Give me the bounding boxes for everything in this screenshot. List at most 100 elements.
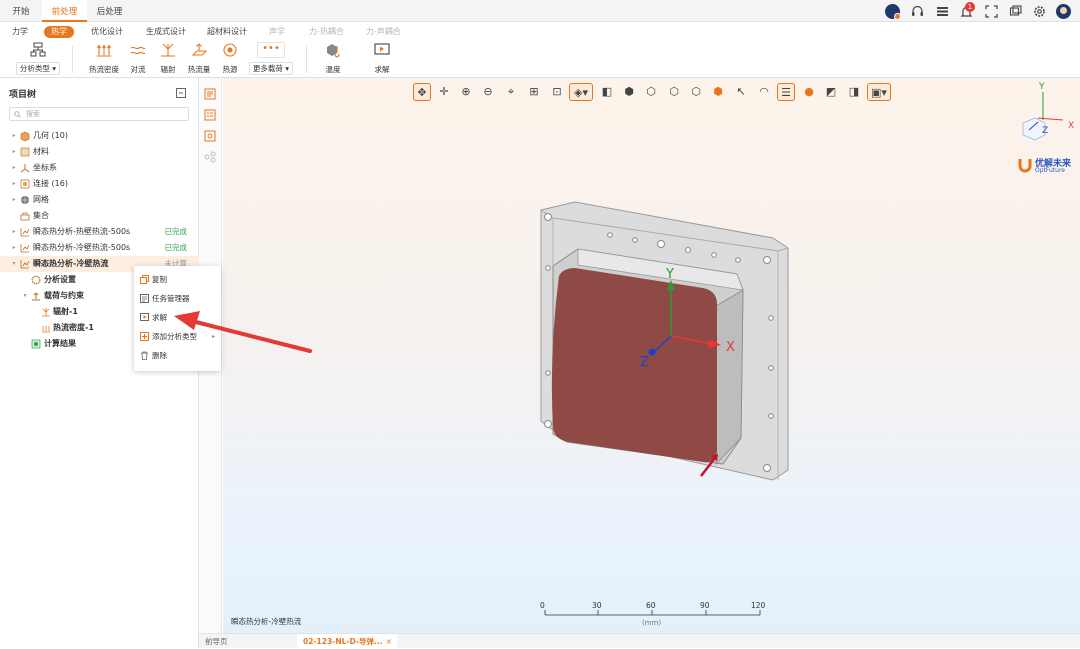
scale-tick-0: 0 (540, 601, 545, 610)
more-loads-button[interactable]: ••• 更多载荷 ▾ (249, 42, 293, 75)
transparency-icon[interactable]: ◨ (845, 83, 863, 101)
temperature-icon (327, 44, 340, 58)
material-icon (20, 147, 30, 157)
subtab-thermal[interactable]: 热学 (44, 26, 74, 38)
rotate-icon[interactable]: ✥ (413, 83, 431, 101)
fit-view-icon[interactable]: ⌖ (502, 83, 520, 101)
list-icon[interactable] (936, 5, 949, 18)
model-render: Y X Z X Y Z (540, 82, 1074, 616)
window-icon[interactable] (1009, 5, 1022, 18)
tab-home[interactable]: 前导页 (199, 634, 234, 649)
brand-u-icon (1018, 159, 1032, 173)
solve-icon (140, 313, 149, 321)
region-select-icon[interactable]: ⊡ (548, 83, 566, 101)
coordinate-system-icon (20, 164, 30, 173)
view-cube-dropdown[interactable]: ◈▾ (569, 83, 593, 101)
box-select-icon[interactable]: ⊞ (525, 83, 543, 101)
viewport-status-label: 瞬态热分析-冷壁热流 (231, 617, 302, 626)
radiation-button[interactable]: 辐射 (156, 42, 180, 75)
front-view-icon[interactable]: ◧ (598, 83, 616, 101)
3d-viewport[interactable]: Y X Z X Y Z 优解未来 OptFuture 0 30 60 90 12… (223, 78, 1080, 633)
tree-item-mesh[interactable]: ▸ 网格 (0, 192, 199, 208)
subtab-generative[interactable]: 生成式设计 (146, 26, 186, 38)
expand-caret-icon[interactable]: ▸ (10, 224, 18, 240)
analysis-icon (20, 260, 30, 269)
expand-caret-icon[interactable]: ▸ (10, 160, 18, 176)
notification-badge: 1 (965, 2, 975, 12)
fullscreen-icon[interactable] (985, 5, 998, 18)
expand-caret-icon[interactable]: ▸ (10, 192, 18, 208)
ribbon-toolbar: 分析类型 ▾ 热流密度 对流 辐射 热流量 热源 ••• 更多载荷 ▾ 温度 求… (0, 41, 1080, 78)
tree-item-coordinate-system[interactable]: ▸ 坐标系 (0, 160, 199, 176)
display-mode-dropdown[interactable]: ▣▾ (867, 83, 891, 101)
subtab-acoustics[interactable]: 声学 (269, 26, 285, 38)
collapse-caret-icon[interactable]: ▾ (10, 256, 18, 272)
link-icon[interactable] (204, 151, 216, 163)
tab-start[interactable]: 开始 (0, 0, 42, 22)
top-view-icon[interactable]: ⬡ (642, 83, 660, 101)
subtab-acoustic-mech[interactable]: 力-声耦合 (366, 26, 401, 38)
back-view-icon[interactable]: ⬢ (620, 83, 638, 101)
subtab-mechanics[interactable]: 力学 (12, 26, 28, 38)
tab-preprocess[interactable]: 前处理 (42, 0, 87, 22)
headset-icon[interactable] (911, 5, 924, 18)
analysis-type-button[interactable]: 分析类型 ▾ (16, 42, 60, 75)
section-icon[interactable]: ◠ (755, 83, 773, 101)
scale-tick-30: 30 (592, 601, 602, 610)
annotation-arrow (174, 311, 312, 353)
tree-item-material[interactable]: ▸ 材料 (0, 144, 199, 160)
pan-icon[interactable]: ✛ (435, 83, 453, 101)
temperature-button[interactable]: 温度 (321, 42, 345, 75)
pick-icon[interactable]: ↖ (732, 83, 750, 101)
tree-item-analysis-hot-wall[interactable]: ▸ 瞬态热分析-热壁热流-500s 已完成 (0, 224, 199, 240)
tab-postprocess[interactable]: 后处理 (87, 0, 132, 22)
heat-flux-density-button[interactable]: 热流密度 (86, 42, 122, 75)
subtab-metamaterial[interactable]: 超材料设计 (207, 26, 247, 38)
wireframe-icon[interactable]: ◩ (822, 83, 840, 101)
zoom-out-icon[interactable]: ⊖ (479, 83, 497, 101)
details-icon[interactable] (204, 109, 216, 121)
trash-icon (141, 351, 148, 360)
tree-item-connection[interactable]: ▸ 连接 (16) (0, 176, 199, 192)
bottom-view-icon[interactable]: ⬡ (665, 83, 683, 101)
clip-plane-icon[interactable]: ☰ (777, 83, 795, 101)
subtab-thermo-mech[interactable]: 力-热耦合 (309, 26, 344, 38)
more-dots-icon: ••• (257, 42, 285, 58)
tree-item-collection[interactable]: 集合 (0, 208, 199, 224)
avatar[interactable] (885, 4, 901, 20)
heat-source-button[interactable]: 热源 (218, 42, 242, 75)
close-tab-icon[interactable]: × (386, 634, 392, 649)
tree-item-geometry[interactable]: ▸ 几何 (10) (0, 128, 199, 144)
convection-button[interactable]: 对流 (126, 42, 150, 75)
status-badge: 已完成 (164, 243, 188, 252)
sub-tab-bar: 力学 热学 优化设计 生成式设计 超材料设计 声学 力-热耦合 力-声耦合 (0, 22, 1080, 41)
results-icon (31, 339, 41, 349)
user-avatar[interactable] (1056, 4, 1071, 19)
tree-item-analysis-cold-wall-500s[interactable]: ▸ 瞬态热分析-冷壁热流-500s 已完成 (0, 240, 199, 256)
expand-caret-icon[interactable]: ▸ (10, 176, 18, 192)
mesh-icon (21, 196, 29, 204)
solve-button[interactable]: 求解 (370, 42, 394, 75)
expand-caret-icon[interactable]: ▸ (10, 144, 18, 160)
expand-caret-icon[interactable]: ▸ (10, 128, 18, 144)
left-view-icon[interactable]: ⬡ (687, 83, 705, 101)
iso-view-icon[interactable]: ⬢ (709, 83, 727, 101)
view-icon[interactable] (204, 130, 216, 142)
properties-icon[interactable] (204, 88, 216, 100)
search-input[interactable]: 搜索 (9, 107, 189, 121)
gear-icon[interactable] (1033, 5, 1046, 18)
radiation-icon (42, 308, 50, 317)
tab-document[interactable]: 02-123-NL-D-导弹... × (297, 634, 397, 649)
axis-z-label: Z (640, 355, 649, 370)
menu-item-copy[interactable]: 复制 (134, 270, 221, 289)
collapse-panel-icon[interactable] (176, 88, 186, 98)
zoom-in-icon[interactable]: ⊕ (457, 83, 475, 101)
heat-flow-button[interactable]: 热流量 (184, 42, 214, 75)
heat-flux-icon (97, 44, 111, 57)
expand-caret-icon[interactable]: ▸ (10, 240, 18, 256)
subtab-optimization[interactable]: 优化设计 (91, 26, 123, 38)
collapse-caret-icon[interactable]: ▾ (21, 288, 29, 304)
triad-y-label: Y (1038, 82, 1045, 92)
copy-icon (140, 275, 149, 284)
shaded-icon[interactable]: ● (800, 83, 818, 101)
